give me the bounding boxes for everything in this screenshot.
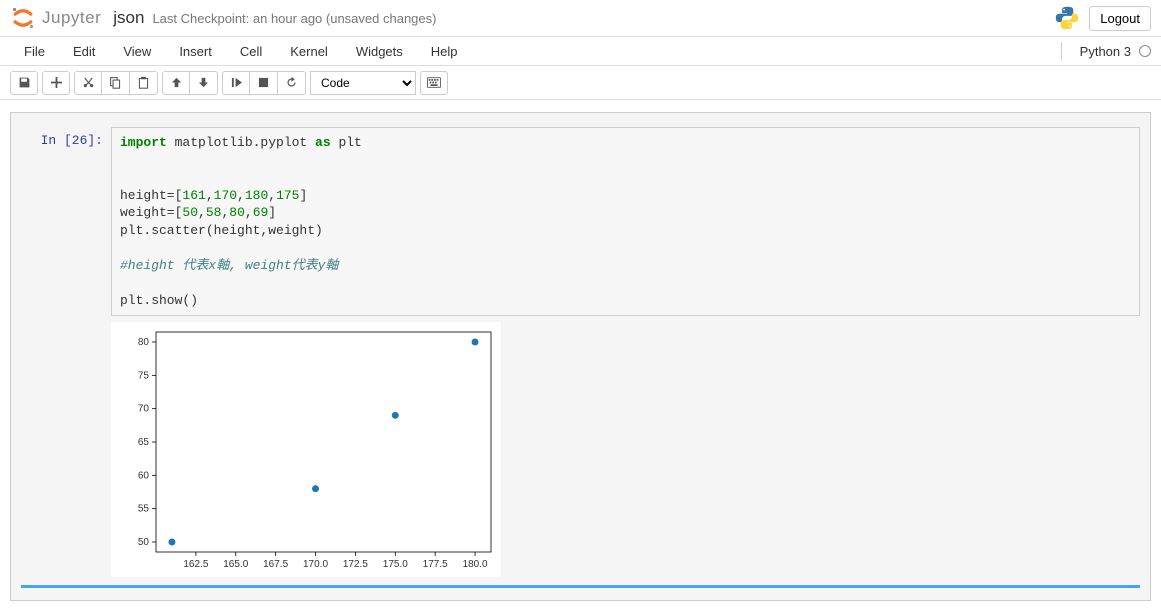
notebook-area: In [26]: import matplotlib.pyplot as plt…	[10, 112, 1151, 601]
restart-icon	[285, 76, 298, 89]
copy-button[interactable]	[102, 71, 130, 95]
svg-text:162.5: 162.5	[183, 559, 208, 570]
svg-text:170.0: 170.0	[303, 559, 328, 570]
logout-button[interactable]: Logout	[1089, 6, 1151, 31]
svg-text:65: 65	[138, 437, 150, 448]
run-button[interactable]	[222, 71, 250, 95]
input-prompt: In [26]:	[21, 127, 111, 316]
svg-text:167.5: 167.5	[263, 559, 288, 570]
notebook-name[interactable]: json	[113, 8, 144, 28]
kernel-status-icon	[1139, 45, 1151, 57]
paste-button[interactable]	[130, 71, 158, 95]
save-button[interactable]	[10, 71, 38, 95]
code-cell[interactable]: In [26]: import matplotlib.pyplot as plt…	[21, 127, 1140, 316]
output-prompt	[21, 318, 111, 577]
menu-cell[interactable]: Cell	[226, 39, 276, 64]
menu-help[interactable]: Help	[417, 39, 472, 64]
menu-kernel[interactable]: Kernel	[276, 39, 342, 64]
jupyter-logo-icon	[10, 5, 36, 31]
save-icon	[18, 76, 31, 89]
toolbar: Code	[0, 66, 1161, 100]
menu-insert[interactable]: Insert	[165, 39, 226, 64]
scissors-icon	[82, 76, 95, 89]
svg-text:180.0: 180.0	[463, 559, 488, 570]
svg-text:172.5: 172.5	[343, 559, 368, 570]
jupyter-logo-text: Jupyter	[42, 8, 101, 28]
svg-text:177.5: 177.5	[423, 559, 448, 570]
selected-cell-indicator	[21, 585, 1140, 588]
plus-icon	[51, 77, 62, 88]
menu-view[interactable]: View	[109, 39, 165, 64]
kernel-indicator: Python 3	[1061, 42, 1151, 60]
paste-icon	[137, 76, 150, 89]
checkpoint-status: Last Checkpoint: an hour ago (unsaved ch…	[152, 11, 436, 26]
run-icon	[231, 77, 242, 88]
copy-icon	[109, 76, 122, 89]
cut-button[interactable]	[74, 71, 102, 95]
interrupt-button[interactable]	[250, 71, 278, 95]
svg-text:80: 80	[138, 337, 150, 348]
code-input[interactable]: import matplotlib.pyplot as plt height=[…	[111, 127, 1140, 316]
command-palette-button[interactable]	[420, 71, 448, 95]
restart-button[interactable]	[278, 71, 306, 95]
header-bar: Jupyter json Last Checkpoint: an hour ag…	[0, 0, 1161, 32]
svg-text:165.0: 165.0	[223, 559, 248, 570]
svg-text:75: 75	[138, 371, 150, 382]
menu-bar: File Edit View Insert Cell Kernel Widget…	[0, 36, 1161, 66]
scatter-plot: 50 55 60 65 70 75 80 162.5 165.0 167.5 170.0 172.5 1…	[111, 322, 501, 577]
menu-widgets[interactable]: Widgets	[342, 39, 417, 64]
move-down-button[interactable]	[190, 71, 218, 95]
arrow-up-icon	[171, 77, 182, 88]
menu-file[interactable]: File	[10, 39, 59, 64]
move-up-button[interactable]	[162, 71, 190, 95]
output-area: 50 55 60 65 70 75 80 162.5 165.0 167.5 170.0 172.5 1…	[111, 318, 1140, 577]
jupyter-logo[interactable]: Jupyter	[10, 5, 101, 31]
svg-text:60: 60	[138, 471, 150, 482]
keyboard-icon	[427, 77, 441, 88]
output-cell: 50 55 60 65 70 75 80 162.5 165.0 167.5 170.0 172.5 1…	[21, 318, 1140, 577]
svg-text:50: 50	[138, 537, 150, 548]
stop-icon	[258, 77, 269, 88]
kernel-name: Python 3	[1080, 44, 1131, 59]
svg-text:70: 70	[138, 404, 150, 415]
python-logo-icon	[1053, 4, 1081, 32]
arrow-down-icon	[198, 77, 209, 88]
svg-text:175.0: 175.0	[383, 559, 408, 570]
menu-edit[interactable]: Edit	[59, 39, 109, 64]
insert-cell-button[interactable]	[42, 71, 70, 95]
cell-type-select[interactable]: Code	[310, 71, 416, 95]
svg-text:55: 55	[138, 504, 150, 515]
